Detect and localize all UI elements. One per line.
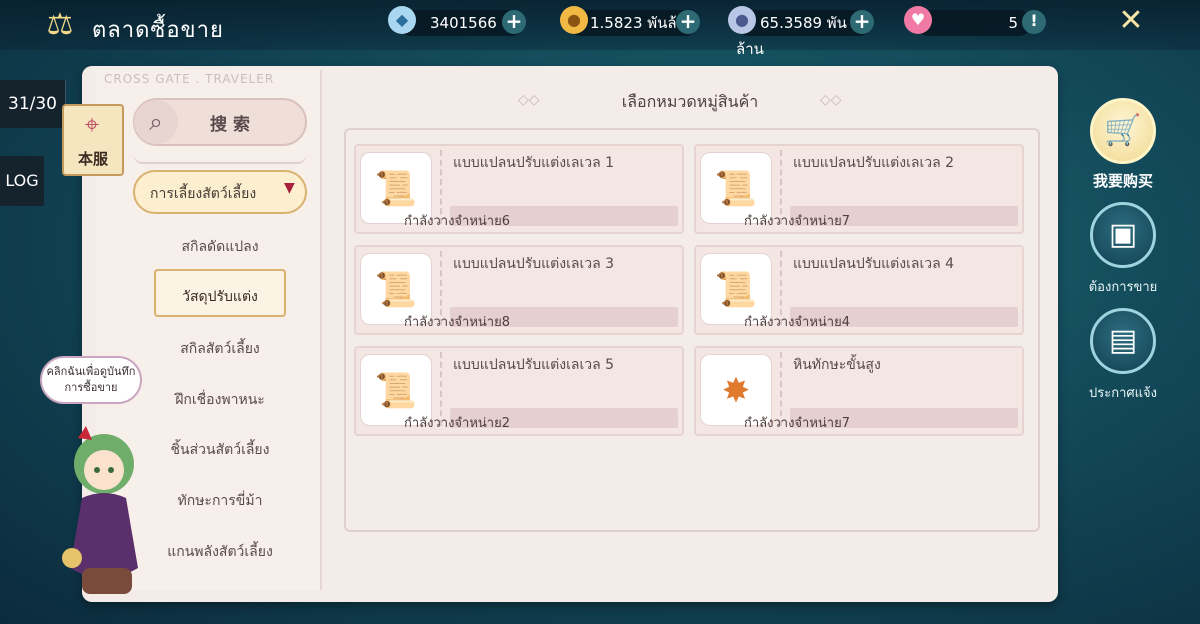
item-name: แบบแปลนปรับแต่งเลเวล 1 bbox=[453, 155, 615, 171]
silver-coin-icon: ● bbox=[728, 6, 756, 34]
subcategory-item[interactable]: สกิลสัตว์เลี้ยง bbox=[130, 338, 310, 360]
item-name: แบบแปลนปรับแต่งเลเวล 5 bbox=[453, 357, 615, 373]
scroll-glyph: 📜 bbox=[374, 371, 418, 411]
wallet-icon: ▣ bbox=[1108, 217, 1138, 252]
location-pin-icon: ⌖ bbox=[84, 110, 100, 140]
category-divider bbox=[133, 154, 307, 164]
item-status: กำลังวางจำหน่าย6 bbox=[404, 214, 510, 229]
subcategory-item-label: วัสดุปรับแต่ง bbox=[182, 289, 258, 305]
item-name: แบบแปลนปรับแต่งเลเวล 2 bbox=[793, 155, 955, 171]
log-button[interactable]: LOG bbox=[0, 156, 44, 206]
scroll-glyph: 📜 bbox=[374, 169, 418, 209]
panel-title: เลือกหมวดหมู่สินค้า bbox=[621, 92, 759, 111]
notice-board-icon: ▤ bbox=[1108, 323, 1138, 358]
sell-button[interactable]: ▣ bbox=[1090, 202, 1156, 268]
close-icon[interactable]: ✕ bbox=[1114, 4, 1148, 38]
item-name: แบบแปลนปรับแต่งเลเวล 4 bbox=[793, 256, 955, 272]
buy-button[interactable]: 🛒 bbox=[1090, 98, 1156, 164]
ornament-icon: ◇◇ bbox=[820, 92, 842, 108]
server-label: 本服 bbox=[77, 150, 108, 168]
subcategory-item[interactable]: สกิลดัดแปลง bbox=[130, 236, 310, 258]
cart-icon: 🛒 bbox=[1104, 113, 1142, 148]
category-label: การเลี้ยงสัตว์เลี้ยง bbox=[150, 186, 257, 202]
ornament-icon: ◇◇ bbox=[518, 92, 540, 108]
item-status: กำลังวางจำหน่าย2 bbox=[404, 416, 510, 431]
item-status: กำลังวางจำหน่าย7 bbox=[744, 416, 850, 431]
item-status: กำลังวางจำหน่าย8 bbox=[404, 315, 510, 330]
notice-button[interactable]: ▤ bbox=[1090, 308, 1156, 374]
item-name: หินทักษะขั้นสูง bbox=[793, 357, 881, 373]
scroll-glyph: 📜 bbox=[714, 169, 758, 209]
chevron-down-icon: ▼ bbox=[284, 180, 295, 196]
page-title: ตลาดซื้อขาย bbox=[92, 18, 224, 43]
buy-label: 我要购买 bbox=[1092, 172, 1153, 190]
heart-counter: 5 bbox=[916, 10, 1032, 36]
crystal-icon: ◆ bbox=[388, 6, 416, 34]
add-diamond-button[interactable]: + bbox=[502, 10, 526, 34]
bubble-text: คลิกฉันเพื่อดูบันทึกการซื้อขาย bbox=[46, 365, 136, 394]
mascot-girl[interactable] bbox=[42, 418, 162, 608]
search-icon: ⌕ bbox=[134, 100, 178, 144]
book-brand: CROSS GATE . TRAVELER bbox=[104, 72, 275, 86]
item-status: กำลังวางจำหน่าย4 bbox=[744, 315, 850, 330]
search-label: 搜 索 bbox=[210, 115, 250, 135]
heart-value: 5 bbox=[1008, 14, 1018, 32]
scales-icon: ⚖ bbox=[46, 7, 74, 42]
heart-info-button[interactable]: ! bbox=[1022, 10, 1046, 34]
page-counter: 31/30 bbox=[0, 80, 66, 128]
add-gold-button[interactable]: + bbox=[676, 10, 700, 34]
add-silver-button[interactable]: + bbox=[850, 10, 874, 34]
scroll-glyph: 📜 bbox=[714, 270, 758, 310]
diamond-value: 3401566 bbox=[430, 14, 497, 32]
subcategory-item[interactable]: ฝึกเชื่องพาหนะ bbox=[130, 389, 310, 411]
sell-label: ต้องการขาย bbox=[1088, 280, 1158, 295]
heart-icon: ♥ bbox=[904, 6, 932, 34]
notice-label: ประกาศแจ้ง bbox=[1089, 386, 1157, 401]
item-name: แบบแปลนปรับแต่งเลเวล 3 bbox=[453, 256, 615, 272]
coin-icon: ● bbox=[560, 6, 588, 34]
item-status: กำลังวางจำหน่าย7 bbox=[744, 214, 850, 229]
scroll-glyph: 📜 bbox=[374, 270, 418, 310]
